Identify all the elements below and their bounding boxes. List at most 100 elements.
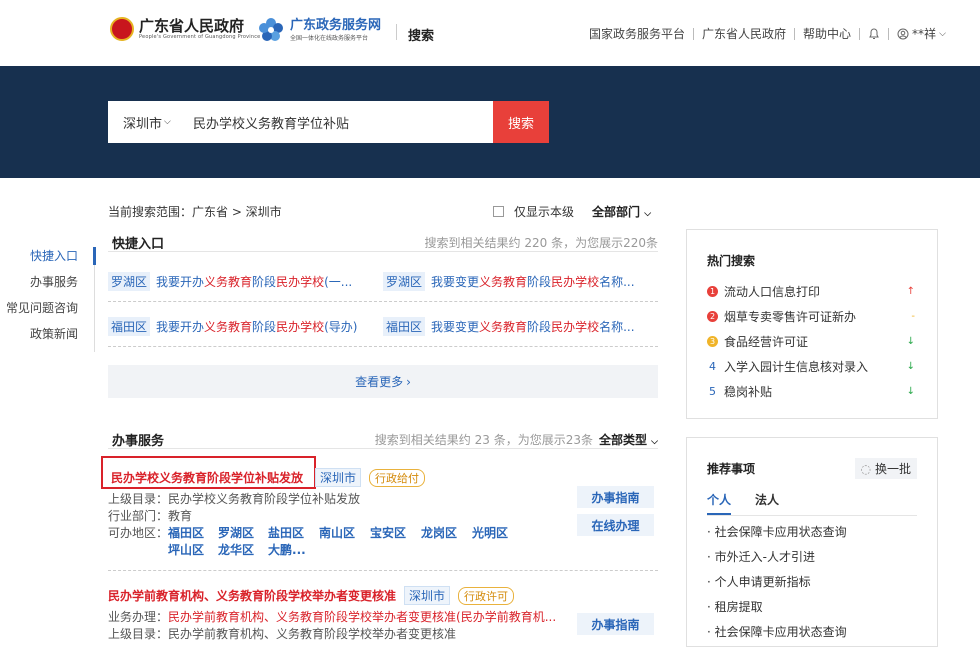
view-more-button[interactable]: 查看更多 › <box>108 365 658 398</box>
area-link[interactable]: 福田区 <box>168 525 218 542</box>
trend-down-icon: ↓ <box>906 361 915 372</box>
refresh-button[interactable]: ◌ 换一批 <box>854 458 917 479</box>
bell-icon[interactable] <box>868 27 880 40</box>
district-tag: 罗湖区 <box>383 272 426 291</box>
gov-logo[interactable]: 广东省人民政府 People's Government of Guangdong… <box>110 17 260 41</box>
quick-item[interactable]: 福田区 我要变更 义务教育 阶段 民办学校 名称... <box>383 317 658 336</box>
service-item: 民办学校义务教育阶段学位补贴发放 深圳市 行政给付 上级目录：民办学校义务教育阶… <box>108 468 658 559</box>
rank-badge: 3 <box>707 336 718 347</box>
gov-subtitle: People's Government of Guangdong Provinc… <box>139 34 261 40</box>
recommend-item[interactable]: · 社会保障卡应用状态查询 <box>687 520 937 545</box>
service-title-link[interactable]: 民办学校义务教育阶段学位补贴发放 <box>111 469 303 486</box>
only-this-level-label: 仅显示本级 <box>514 205 575 219</box>
hot-search-item[interactable]: 4 入学入园计生信息核对录入 ↓ <box>687 354 937 379</box>
checkbox[interactable] <box>493 206 504 217</box>
search-button[interactable]: 搜索 <box>493 101 549 143</box>
hot-search-item[interactable]: 3 食品经营许可证 ↓ <box>687 329 937 354</box>
hot-search-item[interactable]: 1 流动人口信息打印 ↑ <box>687 279 937 304</box>
leftnav-faq[interactable]: 常见问题咨询 <box>0 299 96 325</box>
service-guide-button[interactable]: 办事指南 <box>577 613 654 635</box>
quick-item[interactable]: 罗湖区 我要开办 义务教育 阶段 民办学校 (一... <box>108 272 383 291</box>
rank-badge: 2 <box>707 311 718 322</box>
hot-search-panel: 热门搜索 1 流动人口信息打印 ↑ 2 烟草专卖零售许可证新办 - 3 食品经营… <box>686 229 938 419</box>
type-filter[interactable]: 全部类型 ⌵ <box>599 433 658 447</box>
left-nav: 快捷入口 办事服务 常见问题咨询 政策新闻 <box>0 247 96 352</box>
district-tag: 罗湖区 <box>108 272 151 291</box>
hot-search-item[interactable]: 2 烟草专卖零售许可证新办 - <box>687 304 937 329</box>
tab-legal-person[interactable]: 法人 <box>755 491 779 515</box>
nav-help-center[interactable]: 帮助中心 <box>803 25 851 42</box>
quick-entry-header: 快捷入口 搜索到相关结果约 220 条，为您展示220条 <box>108 233 658 252</box>
tab-personal[interactable]: 个人 <box>707 491 732 515</box>
recommend-panel: 推荐事项 ◌ 换一批 个人 法人 · 社会保障卡应用状态查询 · 市外迁入-人才引… <box>686 437 938 647</box>
quick-entry-title: 快捷入口 <box>112 237 165 252</box>
type-badge: 行政许可 <box>458 586 515 605</box>
hot-search-item[interactable]: 5 稳岗补贴 ↓ <box>687 379 937 404</box>
area-link[interactable]: 龙华区 <box>218 542 268 559</box>
services-count: 搜索到相关结果约 23 条，为您展示23条 <box>374 433 593 447</box>
area-link[interactable]: 盐田区 <box>268 525 319 542</box>
district-tag: 福田区 <box>383 317 426 336</box>
rank-badge: 5 <box>709 385 716 398</box>
dept-value: 教育 <box>168 509 193 523</box>
service-title-link[interactable]: 民办学前教育机构、义务教育阶段学校举办者变更核准 <box>108 587 396 604</box>
chevron-down-icon[interactable]: ⌵ <box>939 29 946 39</box>
catalog-value: 民办学校义务教育阶段学位补贴发放 <box>168 492 361 506</box>
gov-title: 广东省人民政府 <box>139 17 245 35</box>
city-select[interactable]: 深圳市 ⌵ <box>123 113 193 132</box>
national-emblem-icon <box>110 17 134 41</box>
area-link[interactable]: 宝安区 <box>370 525 421 542</box>
service-subtitle: 全国一体化在线政务服务平台 <box>290 35 369 42</box>
top-nav: 国家政务服务平台 广东省人民政府 帮助中心 **祥 ⌵ <box>589 25 946 42</box>
city-badge: 深圳市 <box>404 586 451 605</box>
city-badge: 深圳市 <box>315 468 362 487</box>
recommend-item[interactable]: · 租房提取 <box>687 595 937 620</box>
trend-down-icon: ↓ <box>906 386 915 397</box>
service-guide-button[interactable]: 办事指南 <box>577 486 654 508</box>
search-input[interactable] <box>193 114 483 130</box>
recommend-item[interactable]: · 市外迁入-人才引进 <box>687 545 937 570</box>
leftnav-services[interactable]: 办事服务 <box>0 273 96 299</box>
area-link[interactable]: 大鹏... <box>268 542 319 559</box>
quick-row: 罗湖区 我要开办 义务教育 阶段 民办学校 (一... 罗湖区 我要变更 义务教育 阶段 民办… <box>108 272 658 291</box>
quick-item[interactable]: 罗湖区 我要变更 义务教育 阶段 民办学校 名称... <box>383 272 658 291</box>
service-flower-icon <box>259 18 283 41</box>
area-link[interactable]: 坪山区 <box>168 542 218 559</box>
trend-up-icon: ↑ <box>906 286 915 297</box>
chevron-down-icon: ⌵ <box>164 117 171 127</box>
divider <box>396 24 397 40</box>
nav-national-platform[interactable]: 国家政务服务平台 <box>589 25 685 42</box>
quick-item[interactable]: 福田区 我要开办 义务教育 阶段 民办学校 (导办) <box>108 317 383 336</box>
department-filter[interactable]: 全部部门 ⌵ <box>592 203 651 220</box>
chevron-right-icon: › <box>406 374 411 389</box>
area-link[interactable]: 龙岗区 <box>421 525 472 542</box>
service-item: 民办学前教育机构、义务教育阶段学校举办者变更核准 深圳市 行政许可 业务办理：民… <box>108 586 658 643</box>
service-logo[interactable]: 广东政务服务网 全国一体化在线政务服务平台 <box>258 17 381 43</box>
type-badge: 行政给付 <box>369 468 426 487</box>
trend-flat-icon: - <box>911 311 915 322</box>
leftnav-quick-entry[interactable]: 快捷入口 <box>0 247 96 273</box>
active-indicator <box>93 247 96 265</box>
recommend-item[interactable]: · 个人申请更新指标 <box>687 570 937 595</box>
search-box: 深圳市 ⌵ <box>108 101 493 143</box>
rank-badge: 1 <box>707 286 718 297</box>
chevron-down-icon: ⌵ <box>644 209 652 219</box>
city-value: 深圳市 <box>123 116 163 132</box>
hot-search-title: 热门搜索 <box>707 254 756 268</box>
quick-row: 福田区 我要开办 义务教育 阶段 民办学校 (导办) 福田区 我要变更 义务教育 阶段 民办学… <box>108 317 658 336</box>
only-this-level-toggle[interactable]: 仅显示本级 <box>493 203 574 220</box>
area-list: 福田区 罗湖区 盐田区 南山区 宝安区 龙岗区 光明区 坪山区 龙华区 大鹏..… <box>168 525 508 559</box>
nav-gd-gov[interactable]: 广东省人民政府 <box>702 25 786 42</box>
recommend-item[interactable]: · 社会保障卡应用状态查询 <box>687 620 937 645</box>
area-link[interactable]: 光明区 <box>472 525 508 542</box>
area-link[interactable]: 罗湖区 <box>218 525 268 542</box>
area-link[interactable]: 南山区 <box>319 525 370 542</box>
recommend-tabs: 个人 法人 <box>707 491 917 516</box>
leftnav-news[interactable]: 政策新闻 <box>0 325 96 351</box>
services-header: 办事服务 搜索到相关结果约 23 条，为您展示23条 全部类型 ⌵ <box>108 430 658 449</box>
header-search-label: 搜索 <box>408 29 435 44</box>
user-name[interactable]: **祥 <box>912 25 936 42</box>
user-icon <box>897 28 909 39</box>
online-apply-button[interactable]: 在线办理 <box>577 514 654 536</box>
district-tag: 福田区 <box>108 317 151 336</box>
